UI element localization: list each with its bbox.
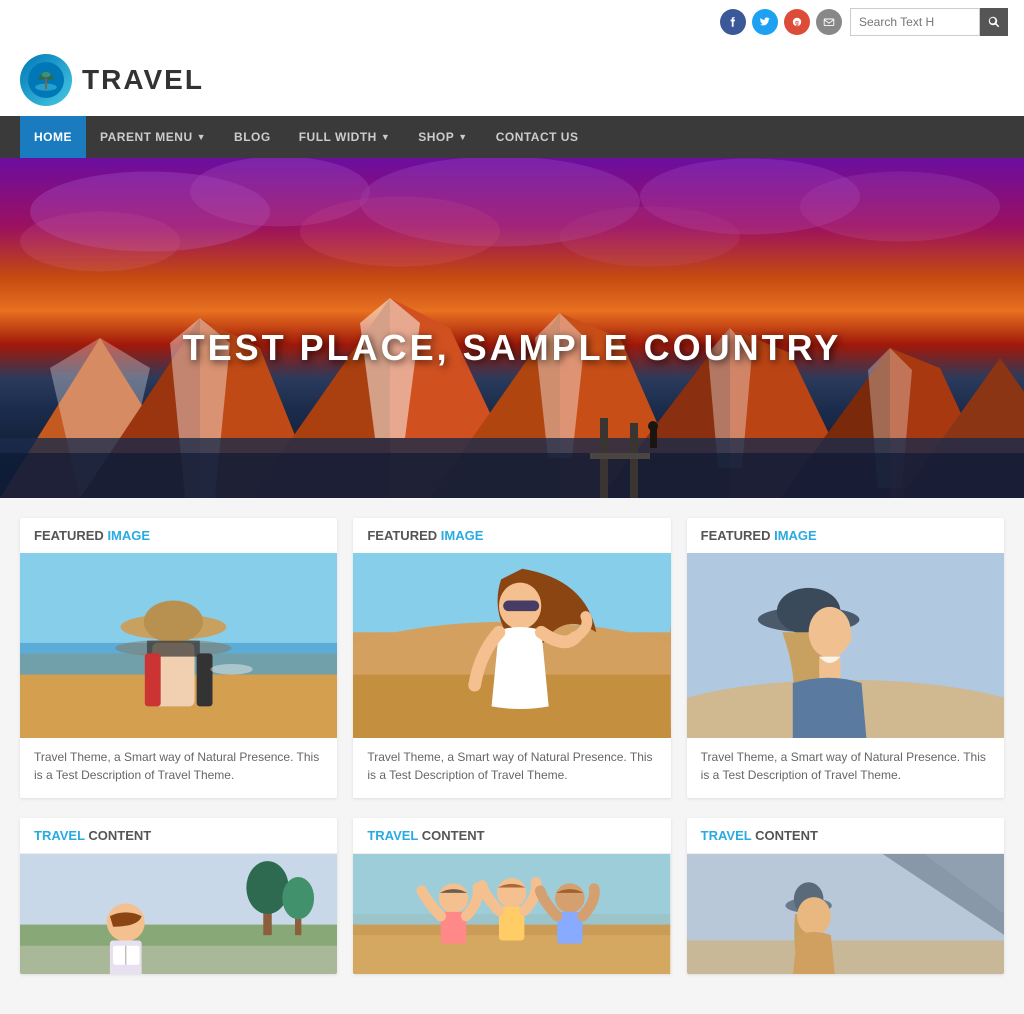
chevron-down-icon: ▼ [197, 132, 206, 142]
card-3-accent: IMAGE [774, 528, 817, 543]
card-2-image [353, 553, 670, 738]
nav-blog[interactable]: BLOG [220, 116, 285, 158]
logo-icon [20, 54, 72, 106]
featured-card-3: FEATURED IMAGE [687, 518, 1004, 798]
card-1-image [20, 553, 337, 738]
nav-parent-menu[interactable]: PARENT MENU ▼ [86, 116, 220, 158]
travel-card-3-image [687, 854, 1004, 974]
search-bar [850, 8, 1008, 36]
logo-area: TRAVEL [20, 54, 204, 106]
social-icons: g [720, 9, 842, 35]
hero-title: TEST PLACE, SAMPLE COUNTRY [183, 327, 842, 369]
card-2-accent: IMAGE [441, 528, 484, 543]
travel-card-2-image [353, 854, 670, 974]
card-3-image [687, 553, 1004, 738]
travel-card-2: TRAVEL CONTENT [353, 818, 670, 974]
card-1-accent: IMAGE [107, 528, 150, 543]
travel-card-1: TRAVEL CONTENT [20, 818, 337, 974]
card-1-desc: Travel Theme, a Smart way of Natural Pre… [20, 738, 337, 798]
nav-full-width[interactable]: FULL WIDTH ▼ [285, 116, 405, 158]
facebook-icon[interactable] [720, 9, 746, 35]
card-3-header: FEATURED IMAGE [687, 518, 1004, 553]
card-2-desc: Travel Theme, a Smart way of Natural Pre… [353, 738, 670, 798]
nav-contact-us[interactable]: CONTACT US [482, 116, 593, 158]
featured-card-2: FEATURED IMAGE [353, 518, 670, 798]
travel-card-3: TRAVEL CONTENT [687, 818, 1004, 974]
travel-card-1-header: TRAVEL CONTENT [20, 818, 337, 854]
mountains-decoration [0, 243, 1024, 498]
site-header: TRAVEL [0, 44, 1024, 116]
hero-section: TEST PLACE, SAMPLE COUNTRY [0, 158, 1024, 498]
search-input[interactable] [850, 8, 980, 36]
search-button[interactable] [980, 8, 1008, 36]
nav-home[interactable]: HOME [20, 116, 86, 158]
travel-card-3-header: TRAVEL CONTENT [687, 818, 1004, 854]
travel-1-accent: TRAVEL [34, 828, 88, 843]
cards-section: FEATURED IMAGE [0, 498, 1024, 1014]
site-title: TRAVEL [82, 64, 204, 96]
top-bar: g [0, 0, 1024, 44]
card-1-header: FEATURED IMAGE [20, 518, 337, 553]
featured-cards-row: FEATURED IMAGE [20, 518, 1004, 798]
travel-3-accent: TRAVEL [701, 828, 755, 843]
chevron-down-icon-2: ▼ [381, 132, 390, 142]
twitter-icon[interactable] [752, 9, 778, 35]
chevron-down-icon-3: ▼ [458, 132, 467, 142]
nav-shop[interactable]: SHOP ▼ [404, 116, 481, 158]
featured-card-1: FEATURED IMAGE [20, 518, 337, 798]
travel-card-2-header: TRAVEL CONTENT [353, 818, 670, 854]
travel-card-1-image [20, 854, 337, 974]
travel-cards-row: TRAVEL CONTENT [20, 818, 1004, 974]
email-icon[interactable] [816, 9, 842, 35]
card-3-desc: Travel Theme, a Smart way of Natural Pre… [687, 738, 1004, 798]
travel-2-accent: TRAVEL [367, 828, 421, 843]
main-nav: HOME PARENT MENU ▼ BLOG FULL WIDTH ▼ SHO… [0, 116, 1024, 158]
google-icon[interactable]: g [784, 9, 810, 35]
card-2-header: FEATURED IMAGE [353, 518, 670, 553]
svg-text:g: g [795, 20, 799, 26]
